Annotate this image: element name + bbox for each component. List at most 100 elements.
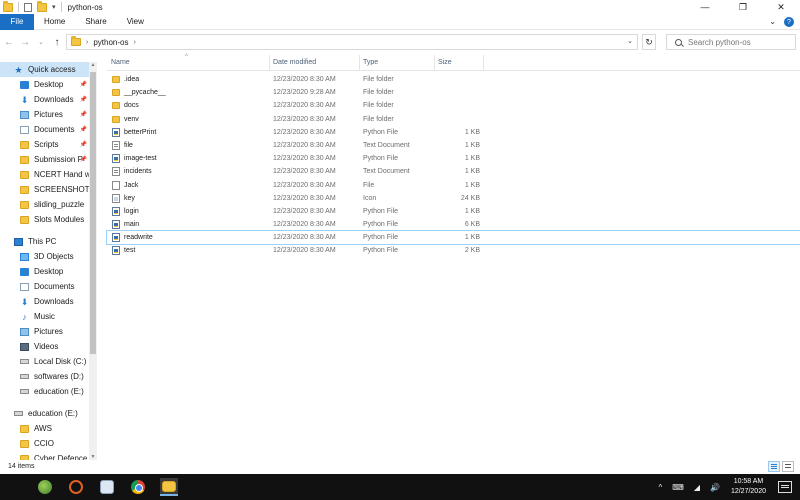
file-row[interactable]: main 12/23/2020 8:30 AM Python File 6 KB (107, 218, 800, 231)
sidebar-item-this-pc[interactable]: This PC (0, 234, 97, 249)
customize-toolbar-icon[interactable]: ▾ (52, 3, 56, 11)
view-buttons (768, 461, 794, 472)
file-row[interactable]: file 12/23/2020 8:30 AM Text Document 1 KB (107, 139, 800, 152)
chevron-right-icon[interactable]: › (86, 39, 88, 46)
volume-icon[interactable]: 🔊 (710, 483, 720, 492)
back-button[interactable]: ← (2, 35, 16, 49)
column-divider[interactable] (434, 55, 435, 71)
minimize-button[interactable]: — (686, 0, 724, 14)
sidebar-item-sliding-puzzle[interactable]: sliding_puzzle (0, 197, 97, 212)
sidebar-item-videos[interactable]: Videos (0, 339, 97, 354)
file-row[interactable]: docs 12/23/2020 8:30 AM File folder (107, 99, 800, 112)
notification-center-icon[interactable] (778, 481, 792, 493)
clock[interactable]: 10:58 AM 12/27/2020 (731, 477, 766, 497)
sidebar-item-softwares-d[interactable]: softwares (D:) (0, 369, 97, 384)
file-row[interactable]: key 12/23/2020 8:30 AM Icon 24 KB (107, 192, 800, 205)
properties-icon[interactable] (24, 2, 32, 12)
details-view-button[interactable] (768, 461, 780, 472)
maximize-button[interactable]: ❐ (724, 0, 762, 14)
column-size[interactable]: Size (438, 59, 452, 66)
tab-file[interactable]: File (0, 13, 34, 30)
forward-button[interactable]: → (18, 35, 32, 49)
column-headers: ^ Name Date modified Type Size (107, 54, 800, 71)
folder-icon (20, 200, 29, 209)
sidebar-item-aws[interactable]: AWS (0, 421, 97, 436)
sidebar-item-cyber-defence[interactable]: Cyber Defence (0, 451, 97, 460)
file-type: File (363, 181, 375, 189)
sidebar-item-local-disk-c[interactable]: Local Disk (C:) (0, 354, 97, 369)
sidebar-item-ncert-hand-wri[interactable]: NCERT Hand wri (0, 167, 97, 182)
search-input[interactable] (688, 37, 788, 47)
sidebar-item-desktop[interactable]: Desktop (0, 264, 97, 279)
keyboard-icon[interactable]: ⌨ (672, 483, 684, 492)
file-row[interactable]: venv 12/23/2020 8:30 AM File folder (107, 113, 800, 126)
file-row[interactable]: Jack 12/23/2020 8:30 AM File 1 KB (107, 179, 800, 192)
column-divider[interactable] (483, 55, 484, 71)
wifi-icon[interactable]: ◢ (694, 483, 700, 492)
sidebar-item-downloads[interactable]: ⬇ Downloads 📌 (0, 92, 97, 107)
scrollbar-thumb[interactable] (90, 72, 96, 354)
sidebar-item-education-e[interactable]: education (E:) (0, 384, 97, 399)
folder-icon (20, 424, 29, 433)
sidebar-item-documents[interactable]: Documents (0, 279, 97, 294)
column-divider[interactable] (269, 55, 270, 71)
sidebar-item-pictures[interactable]: Pictures (0, 324, 97, 339)
column-divider[interactable] (359, 55, 360, 71)
file-row[interactable]: betterPrint 12/23/2020 8:30 AM Python File… (107, 126, 800, 139)
chevron-down-icon[interactable]: ⌄ (627, 37, 633, 45)
folder-icon (3, 0, 13, 12)
close-button[interactable]: ✕ (762, 0, 800, 14)
column-date-modified[interactable]: Date modified (273, 59, 316, 66)
sidebar-item-scripts[interactable]: Scripts 📌 (0, 137, 97, 152)
search-box[interactable] (666, 34, 796, 50)
sidebar-item-pictures[interactable]: Pictures 📌 (0, 107, 97, 122)
sidebar-item-ccio[interactable]: CCIO (0, 436, 97, 451)
address-bar[interactable]: › python-os › ⌄ (66, 34, 638, 50)
taskbar-app-file-explorer[interactable] (160, 478, 178, 496)
file-row[interactable]: image-test 12/23/2020 8:30 AM Python File 1… (107, 152, 800, 165)
expand-ribbon-icon[interactable]: ⌄ (769, 17, 776, 27)
file-row[interactable]: login 12/23/2020 8:30 AM Python File 1 KB (107, 205, 800, 218)
sidebar-item-documents[interactable]: Documents 📌 (0, 122, 97, 137)
sidebar-item-slots-modules[interactable]: Slots Modules (0, 212, 97, 227)
breadcrumb[interactable]: python-os (93, 38, 128, 47)
recent-locations-button[interactable]: ⌄ (34, 35, 48, 49)
file-date-modified: 12/23/2020 8:30 AM (273, 168, 336, 176)
sidebar-item-desktop[interactable]: Desktop 📌 (0, 77, 97, 92)
tab-view[interactable]: View (117, 14, 154, 30)
sidebar-item-music[interactable]: ♪ Music (0, 309, 97, 324)
sidebar-scrollbar[interactable]: ▲ ▼ (89, 62, 97, 460)
file-date-modified: 12/23/2020 8:30 AM (273, 247, 336, 255)
up-button[interactable]: ↑ (50, 35, 64, 49)
tab-share[interactable]: Share (75, 14, 116, 30)
refresh-button[interactable]: ↻ (642, 34, 656, 50)
taskbar-app-notepad[interactable] (98, 478, 116, 496)
sidebar-item-submission-p[interactable]: Submission P 📌 (0, 152, 97, 167)
sidebar-item-label: Downloads (34, 297, 74, 306)
show-hidden-icons-icon[interactable]: ^ (659, 483, 663, 492)
column-name[interactable]: Name (111, 59, 130, 66)
sidebar-item-3d-objects[interactable]: 3D Objects (0, 249, 97, 264)
file-row[interactable]: test 12/23/2020 8:30 AM Python File 2 KB (107, 244, 800, 257)
sidebar-item-downloads[interactable]: ⬇ Downloads (0, 294, 97, 309)
taskbar-app-feather[interactable] (36, 478, 54, 496)
file-name: file (124, 141, 133, 149)
tab-home[interactable]: Home (34, 14, 75, 30)
scroll-up-icon[interactable]: ▲ (89, 62, 97, 68)
file-type: File folder (363, 76, 394, 83)
file-row[interactable]: .idea 12/23/2020 8:30 AM File folder (107, 73, 800, 86)
help-icon[interactable]: ? (784, 17, 794, 27)
chevron-right-icon[interactable]: › (133, 39, 135, 46)
taskbar-app-octave[interactable] (67, 478, 85, 496)
new-folder-icon[interactable] (37, 0, 47, 12)
file-row[interactable]: readwrite 12/23/2020 8:30 AM Python File 1 … (106, 230, 800, 246)
file-date-modified: 12/23/2020 9:28 AM (273, 89, 336, 97)
sidebar-item-education-e[interactable]: education (E:) (0, 406, 97, 421)
sidebar-item-screenshots[interactable]: SCREENSHOTS (0, 182, 97, 197)
file-row[interactable]: incidents 12/23/2020 8:30 AM Text Document… (107, 165, 800, 178)
sidebar-item-quick-access[interactable]: ★ Quick access (0, 62, 97, 77)
taskbar-app-chrome[interactable] (129, 478, 147, 496)
file-row[interactable]: __pycache__ 12/23/2020 9:28 AM File folder (107, 86, 800, 99)
column-type[interactable]: Type (363, 59, 378, 66)
large-icons-view-button[interactable] (782, 461, 794, 472)
